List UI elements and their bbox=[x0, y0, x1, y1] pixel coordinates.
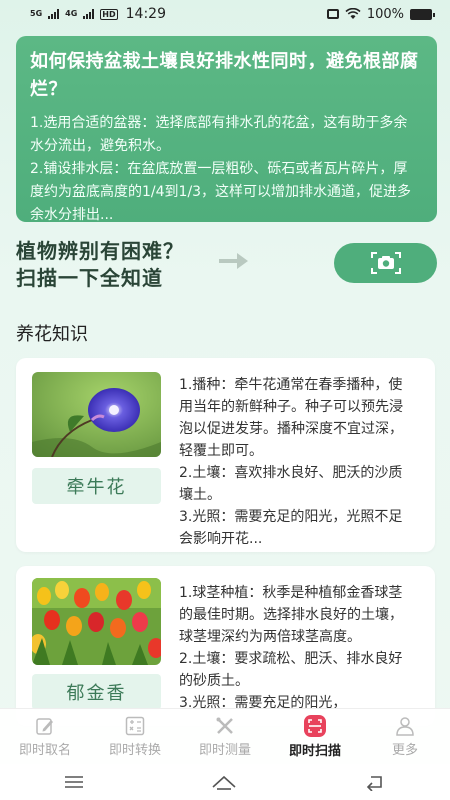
nav-item-more[interactable]: 更多 bbox=[360, 715, 450, 758]
network-5g-label: 5G bbox=[30, 9, 43, 18]
nav-item-convert[interactable]: 即时转换 bbox=[90, 715, 180, 758]
plant-image-tulip bbox=[32, 578, 161, 665]
ruler-cross-icon bbox=[216, 717, 233, 734]
battery-icon bbox=[410, 8, 435, 20]
status-right: 100% bbox=[326, 6, 435, 22]
plant-card[interactable]: 郁金香 1.球茎种植：秋季是种植郁金香球茎的最佳时期。选择排水良好的土壤，球茎埋… bbox=[16, 566, 435, 726]
signal-icon-2 bbox=[83, 9, 95, 19]
faq-body: 1.选用合适的盆器：选择底部有排水孔的花盆，这有助于多余水分流出，避免积水。 2… bbox=[30, 112, 419, 227]
plant-desc-line: 3.光照：需要充足的阳光，光照不足会影响开花... bbox=[179, 509, 403, 547]
bottom-nav: 即时取名 即时转换 即时测量 即时扫描 更多 bbox=[0, 708, 450, 764]
faq-line-2: 2.铺设排水层：在盆底放置一层粗砂、砾石或者瓦片碎片，厚度约为盆底高度的1/4到… bbox=[30, 161, 412, 223]
status-bar: 5G 4G HD 14:29 100% bbox=[0, 0, 450, 28]
nav-item-scan[interactable]: 即时扫描 bbox=[270, 714, 360, 759]
system-nav-bar bbox=[0, 764, 450, 800]
nav-label: 更多 bbox=[391, 743, 418, 758]
signal-icon bbox=[48, 9, 60, 19]
scan-banner: 植物辨别有困难？ 扫描一下全知道 bbox=[16, 238, 437, 294]
plant-image-morning-glory bbox=[32, 372, 161, 457]
plant-card[interactable]: 牵牛花 1.播种：牵牛花通常在春季播种，使用当年的新鲜种子。种子可以预先浸泡以促… bbox=[16, 358, 435, 552]
nav-label: 即时转换 bbox=[108, 743, 161, 758]
battery-fill bbox=[411, 9, 431, 19]
plant-description: 1.播种：牵牛花通常在春季播种，使用当年的新鲜种子。种子可以预先浸泡以促进发芽。… bbox=[179, 374, 415, 550]
home-icon[interactable] bbox=[210, 773, 238, 791]
user-icon bbox=[396, 717, 414, 736]
menu-icon[interactable] bbox=[63, 774, 85, 790]
back-icon[interactable] bbox=[363, 773, 387, 791]
camera-scan-button[interactable] bbox=[334, 243, 437, 283]
hd-badge: HD bbox=[100, 8, 118, 20]
pen-icon bbox=[36, 718, 53, 735]
nav-label: 即时测量 bbox=[198, 743, 251, 758]
plant-desc-line: 1.球茎种植：秋季是种植郁金香球茎的最佳时期。选择排水良好的土壤，球茎埋深约为两… bbox=[179, 585, 403, 645]
vibrate-icon bbox=[326, 9, 339, 19]
nav-label: 即时取名 bbox=[18, 743, 71, 758]
section-title: 养花知识 bbox=[16, 324, 88, 345]
calculator-icon bbox=[125, 716, 145, 736]
status-left: 5G 4G HD 14:29 bbox=[30, 6, 166, 22]
clock: 14:29 bbox=[125, 6, 166, 22]
plant-name: 牵牛花 bbox=[32, 468, 161, 504]
arrow-right-icon bbox=[219, 253, 248, 269]
nav-item-naming[interactable]: 即时取名 bbox=[0, 715, 90, 758]
faq-line-1: 1.选用合适的盆器：选择底部有排水孔的花盆，这有助于多余水分流出，避免积水。 bbox=[30, 115, 408, 154]
morning-glory-photo bbox=[32, 372, 161, 457]
network-4g-label: 4G bbox=[65, 9, 78, 18]
plant-desc-line: 2.土壤：喜欢排水良好、肥沃的沙质壤土。 bbox=[179, 465, 403, 503]
plant-desc-line: 2.土壤：要求疏松、肥沃、排水良好的砂质土。 bbox=[179, 651, 403, 689]
faq-card[interactable]: 如何保持盆栽土壤良好排水性同时，避免根部腐烂？ 1.选用合适的盆器：选择底部有排… bbox=[16, 36, 437, 223]
nav-item-measure[interactable]: 即时测量 bbox=[180, 715, 270, 758]
plant-description: 1.球茎种植：秋季是种植郁金香球茎的最佳时期。选择排水良好的土壤，球茎埋深约为两… bbox=[179, 582, 415, 714]
camera-scan-icon bbox=[370, 252, 401, 274]
nav-label: 即时扫描 bbox=[288, 744, 341, 759]
tulip-field-photo bbox=[32, 578, 161, 665]
wifi-icon bbox=[345, 8, 361, 19]
battery-percent: 100% bbox=[366, 6, 404, 22]
plant-name: 郁金香 bbox=[32, 674, 161, 710]
plant-desc-line: 1.播种：牵牛花通常在春季播种，使用当年的新鲜种子。种子可以预先浸泡以促进发芽。… bbox=[179, 377, 403, 459]
scan-icon bbox=[304, 715, 326, 737]
faq-title: 如何保持盆栽土壤良好排水性同时，避免根部腐烂？ bbox=[30, 51, 419, 100]
